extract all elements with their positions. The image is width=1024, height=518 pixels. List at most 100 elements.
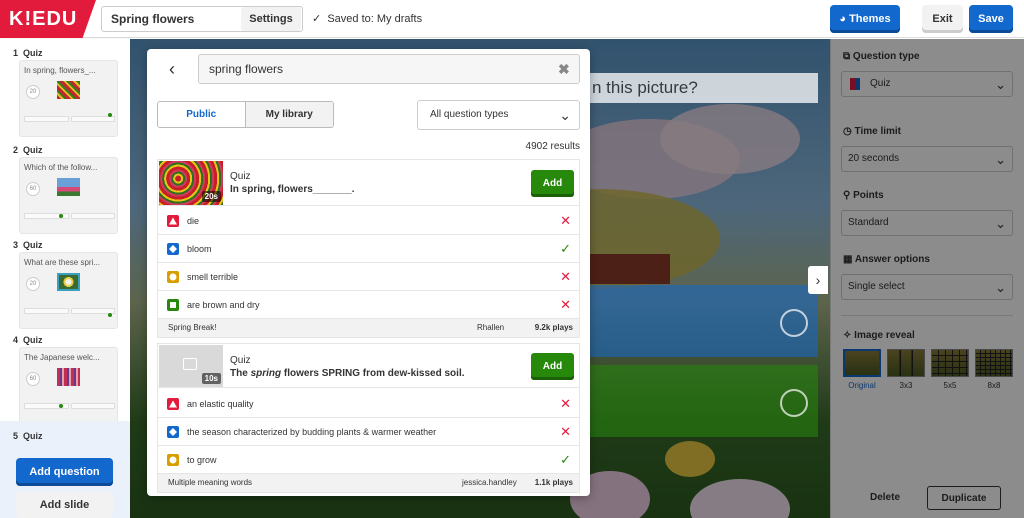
- title-part: flowers SPRING from dew-kissed soil.: [281, 368, 465, 379]
- answer-row: bloom ✓: [158, 235, 579, 263]
- check-icon: ✓: [560, 241, 571, 256]
- cross-icon: ✕: [560, 213, 571, 228]
- add-slide-button[interactable]: Add slide: [16, 492, 113, 518]
- check-icon: ✓: [312, 13, 322, 25]
- slide-question: In spring, flowers_...: [24, 66, 96, 75]
- slide-4-header: 4 Quiz: [13, 335, 43, 345]
- slide-number: 5: [13, 431, 19, 441]
- diamond-icon: [167, 243, 179, 255]
- slide-question: What are these spri...: [24, 258, 101, 267]
- kahoot-name[interactable]: Spring Break!: [168, 319, 216, 337]
- slide-image: [57, 273, 80, 291]
- slide-thumbnail-1[interactable]: In spring, flowers_... 20: [19, 60, 118, 137]
- slide-image: [57, 178, 80, 196]
- slide-number: 1: [13, 48, 19, 58]
- result-footer: Spring Break! Rhallen 9.2k plays: [158, 319, 579, 337]
- result-type: Quiz: [230, 171, 251, 182]
- slide-2-header: 2 Quiz: [13, 145, 43, 155]
- slide-number: 3: [13, 240, 19, 250]
- slide-thumbnail-3[interactable]: What are these spri... 20: [19, 252, 118, 329]
- slide-type: Quiz: [23, 145, 43, 155]
- slide-3-header: 3 Quiz: [13, 240, 43, 250]
- slide-1-header: 1 Quiz: [13, 48, 43, 58]
- exit-button[interactable]: Exit: [922, 5, 963, 33]
- save-status: ✓ Saved to: My drafts: [312, 6, 422, 32]
- circle-icon: [167, 454, 179, 466]
- panel-overlay[interactable]: [830, 39, 1024, 518]
- arrow-left-icon[interactable]: ‹: [162, 58, 182, 80]
- correct-dot: [108, 113, 112, 117]
- slide-image: [57, 81, 80, 99]
- slide-question: The Japanese welc...: [24, 353, 100, 362]
- answer-text: to grow: [187, 455, 217, 465]
- result-header: 10s Quiz The spring flowers SPRING from …: [158, 344, 579, 388]
- themes-button[interactable]: ◕ Themes: [830, 5, 900, 33]
- result-type: Quiz: [230, 355, 251, 366]
- result-title: The spring flowers SPRING from dew-kisse…: [230, 368, 465, 379]
- author-name[interactable]: jessica.handley: [462, 474, 517, 492]
- answer-text: smell terrible: [187, 272, 239, 282]
- question-title[interactable]: n this picture?: [578, 73, 818, 103]
- diamond-icon: [167, 426, 179, 438]
- title-part: The: [230, 368, 251, 379]
- time-badge: 10s: [201, 373, 221, 384]
- slide-thumbnail-4[interactable]: The Japanese welc... 60: [19, 347, 118, 424]
- chevron-right-icon[interactable]: ›: [808, 266, 828, 294]
- cross-icon: ✕: [560, 297, 571, 312]
- slide-timer: 60: [26, 182, 40, 196]
- slide-answers: [24, 403, 115, 409]
- slide-timer: 20: [26, 277, 40, 291]
- add-result-button[interactable]: Add: [531, 353, 574, 380]
- add-question-button[interactable]: Add question: [16, 458, 113, 486]
- answer-text: are brown and dry: [187, 300, 260, 310]
- answer-row: die ✕: [158, 207, 579, 235]
- result-image-placeholder: 10s: [159, 345, 223, 387]
- add-result-button[interactable]: Add: [531, 170, 574, 197]
- circle-icon: [167, 271, 179, 283]
- quiz-title: Spring flowers: [111, 12, 195, 26]
- cross-icon: ✕: [560, 424, 571, 439]
- result-card: 10s Quiz The spring flowers SPRING from …: [157, 343, 580, 493]
- themes-label: Themes: [849, 13, 891, 25]
- slide-number: 2: [13, 145, 19, 155]
- correct-dot: [108, 313, 112, 317]
- settings-button[interactable]: Settings: [241, 7, 301, 31]
- question-type-filter[interactable]: All question types ⌄: [417, 100, 580, 130]
- source-tabs: Public My library: [157, 101, 334, 128]
- slide-answers: [24, 308, 115, 314]
- answer-row: to grow ✓: [158, 446, 579, 474]
- save-status-text: Saved to: My drafts: [327, 13, 423, 25]
- triangle-icon: [167, 398, 179, 410]
- time-badge: 20s: [201, 191, 221, 202]
- slide-5-header[interactable]: 5 Quiz: [13, 431, 43, 441]
- author-name[interactable]: Rhallen: [477, 319, 504, 337]
- slide-type: Quiz: [23, 240, 43, 250]
- cross-icon: ✕: [560, 396, 571, 411]
- slide-type: Quiz: [23, 335, 43, 345]
- correct-dot: [59, 214, 63, 218]
- save-button[interactable]: Save: [969, 5, 1013, 33]
- cross-icon: ✕: [560, 269, 571, 284]
- tab-public[interactable]: Public: [158, 102, 246, 127]
- results-count: 4902 results: [525, 141, 580, 152]
- slide-type: Quiz: [23, 48, 43, 58]
- logo[interactable]: K!EDU: [0, 0, 96, 38]
- check-icon: ✓: [560, 452, 571, 467]
- kahoot-name[interactable]: Multiple meaning words: [168, 474, 252, 492]
- tab-my-library[interactable]: My library: [245, 102, 333, 127]
- search-value: spring flowers: [209, 62, 284, 76]
- result-card: 20s Quiz In spring, flowers_______. Add …: [157, 159, 580, 338]
- answer-row: the season characterized by budding plan…: [158, 418, 579, 446]
- chevron-down-icon: ⌄: [559, 107, 571, 123]
- slide-thumbnail-2[interactable]: Which of the follow... 60: [19, 157, 118, 234]
- slide-number: 4: [13, 335, 19, 345]
- correct-dot: [59, 404, 63, 408]
- slide-answers: [24, 213, 115, 219]
- answer-row: smell terrible ✕: [158, 263, 579, 291]
- correct-toggle[interactable]: [780, 309, 808, 337]
- result-title: In spring, flowers_______.: [230, 184, 355, 195]
- correct-toggle[interactable]: [780, 389, 808, 417]
- filter-value: All question types: [430, 109, 509, 120]
- title-part: spring: [250, 368, 282, 379]
- close-icon[interactable]: ✖: [558, 58, 574, 80]
